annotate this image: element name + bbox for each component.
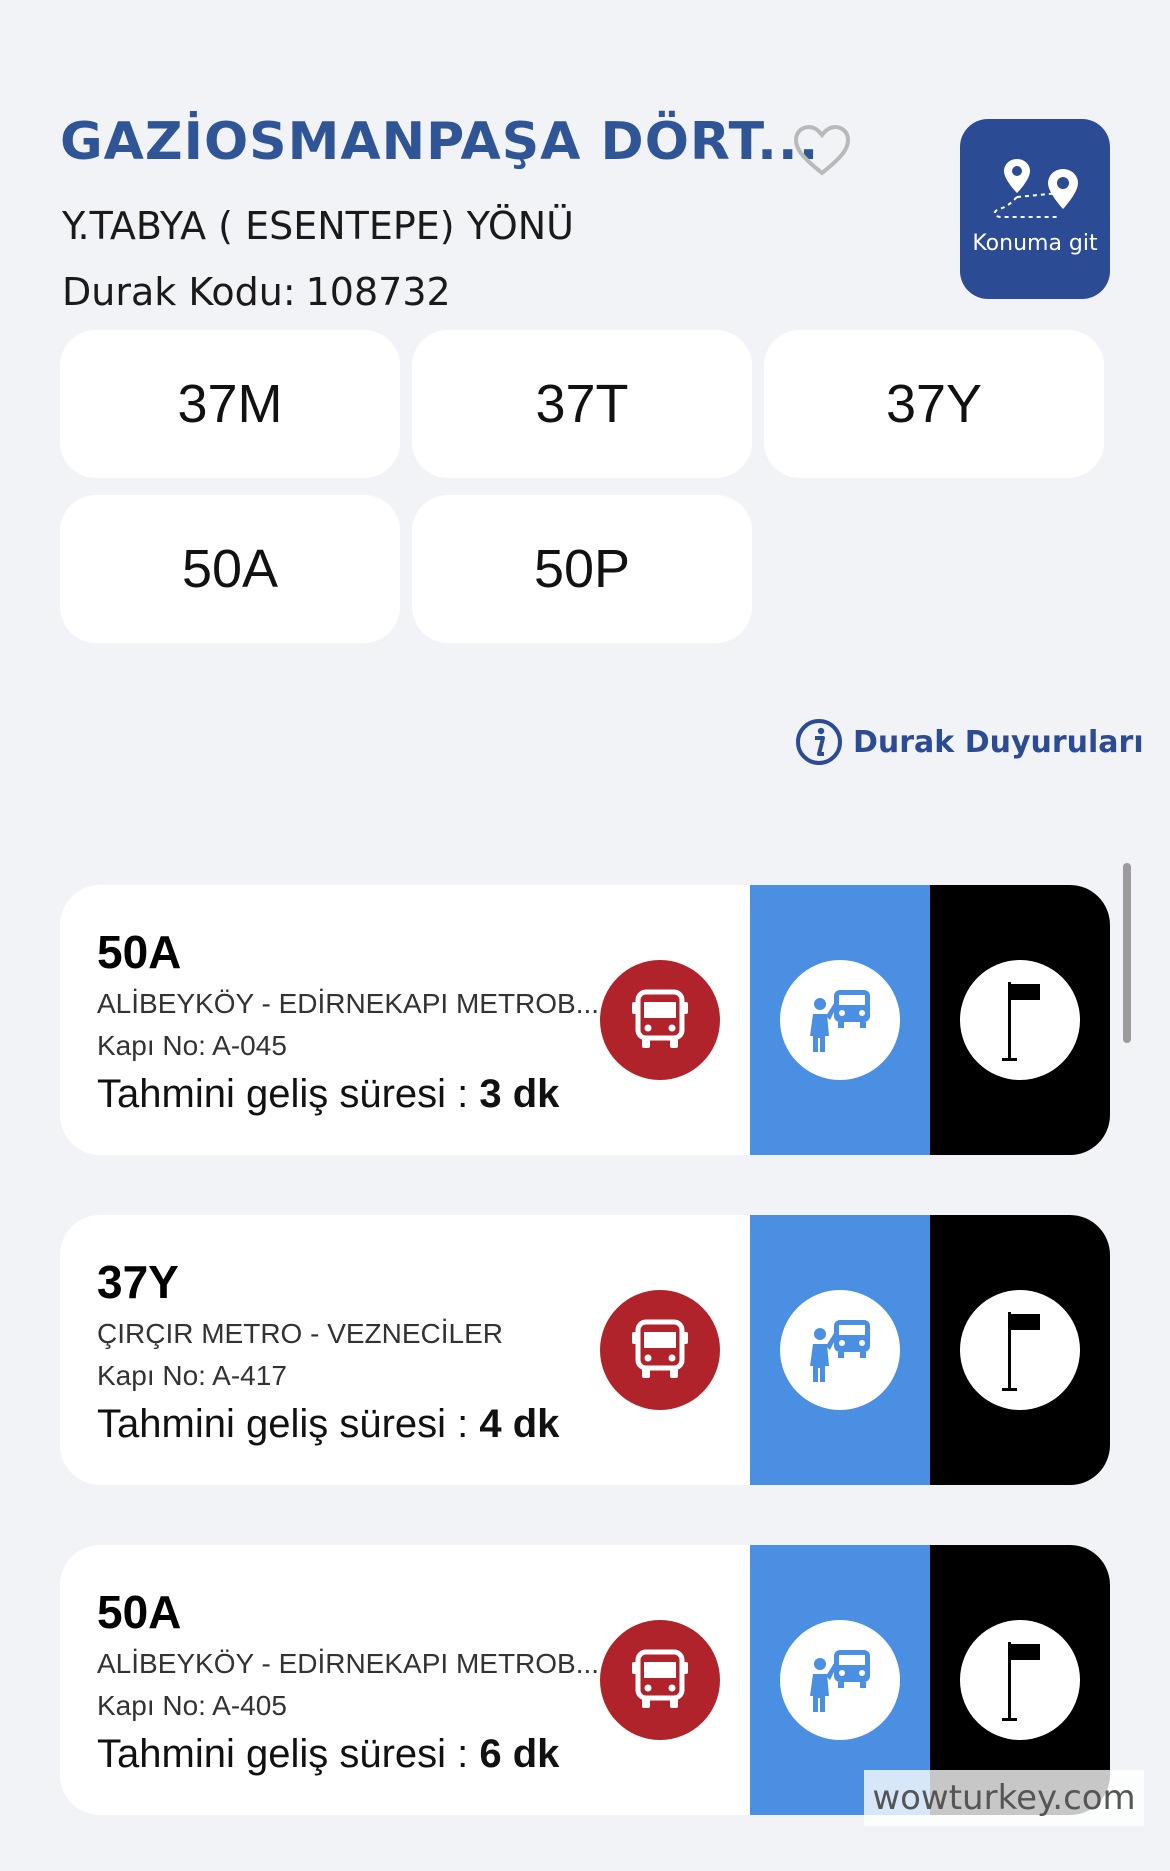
passenger-hail-bus-icon [810, 1650, 870, 1712]
eta-label: Tahmini geliş süresi : [97, 1402, 469, 1446]
direction-label: Y.TABYA ( ESENTEPE) YÖNÜ [62, 204, 574, 248]
bus-location-button[interactable] [600, 960, 720, 1080]
info-icon [796, 719, 842, 765]
passenger-hail-bus-icon [810, 990, 870, 1052]
stop-request-button[interactable] [750, 885, 930, 1155]
stop-code-label: Durak Kodu: [62, 270, 296, 314]
arrival-card[interactable]: 37Y ÇIRÇIR METRO - VEZNECİLER Kapı No: A… [60, 1215, 1110, 1485]
arrival-door: Kapı No: A-405 [97, 1690, 287, 1721]
go-to-location-button[interactable]: Konuma git [960, 119, 1110, 299]
watermark: wowturkey.com [864, 1770, 1144, 1826]
stop-request-circle [780, 960, 900, 1080]
line-chip-37T[interactable]: 37T [412, 330, 752, 478]
stop-announcements-label: Durak Duyuruları [853, 724, 1144, 760]
arrival-route: ALİBEYKÖY - EDİRNEKAPI METROB... [97, 988, 600, 1019]
arrival-eta: Tahmini geliş süresi : 4 dk [97, 1402, 559, 1447]
arrival-eta: Tahmini geliş süresi : 6 dk [97, 1732, 559, 1777]
line-chip-50A[interactable]: 50A [60, 495, 400, 643]
arrival-line-number: 50A [97, 1586, 182, 1638]
arrival-door: Kapı No: A-045 [97, 1030, 287, 1061]
arrival-route: ALİBEYKÖY - EDİRNEKAPI METROB... [97, 1648, 600, 1679]
eta-label: Tahmini geliş süresi : [97, 1072, 469, 1116]
stop-title: GAZİOSMANPAŞA DÖRT... [60, 112, 820, 172]
arrival-line-number: 37Y [97, 1256, 179, 1308]
bus-icon [632, 989, 688, 1048]
stop-request-button[interactable] [750, 1215, 930, 1485]
final-stop-circle [960, 1290, 1080, 1410]
arrival-door: Kapı No: A-417 [97, 1360, 287, 1391]
bus-icon [632, 1319, 688, 1378]
scrollbar[interactable] [1123, 863, 1131, 1043]
final-stop-circle [960, 1620, 1080, 1740]
bus-location-button[interactable] [600, 1290, 720, 1410]
stop-announcements-link[interactable]: Durak Duyuruları [795, 718, 1144, 766]
flag-icon [1002, 982, 1040, 1061]
stop-code-value: 108732 [305, 270, 451, 314]
stop-request-circle [780, 1620, 900, 1740]
eta-label: Tahmini geliş süresi : [97, 1732, 469, 1776]
arrival-eta: Tahmini geliş süresi : 3 dk [97, 1072, 559, 1117]
stop-code: Durak Kodu: 108732 [62, 270, 451, 314]
eta-value: 4 dk [479, 1402, 560, 1446]
arrival-line-number: 50A [97, 926, 182, 978]
eta-value: 3 dk [479, 1072, 560, 1116]
line-chip-37Y[interactable]: 37Y [764, 330, 1104, 478]
line-chip-37M[interactable]: 37M [60, 330, 400, 478]
heart-outline-icon[interactable] [792, 123, 852, 179]
stop-request-circle [780, 1290, 900, 1410]
final-stop-button[interactable] [930, 885, 1110, 1155]
flag-icon [1002, 1312, 1040, 1391]
arrival-route: ÇIRÇIR METRO - VEZNECİLER [97, 1318, 504, 1349]
line-chip-50P[interactable]: 50P [412, 495, 752, 643]
final-stop-circle [960, 960, 1080, 1080]
passenger-hail-bus-icon [810, 1320, 870, 1382]
final-stop-button[interactable] [930, 1215, 1110, 1485]
arrival-card[interactable]: 50A ALİBEYKÖY - EDİRNEKAPI METROB... Kap… [60, 885, 1110, 1155]
route-map-pin-icon [993, 159, 1078, 218]
bus-icon [632, 1649, 688, 1708]
bus-location-button[interactable] [600, 1620, 720, 1740]
eta-value: 6 dk [479, 1732, 560, 1776]
go-to-location-label: Konuma git [972, 231, 1098, 256]
flag-icon [1002, 1642, 1040, 1721]
